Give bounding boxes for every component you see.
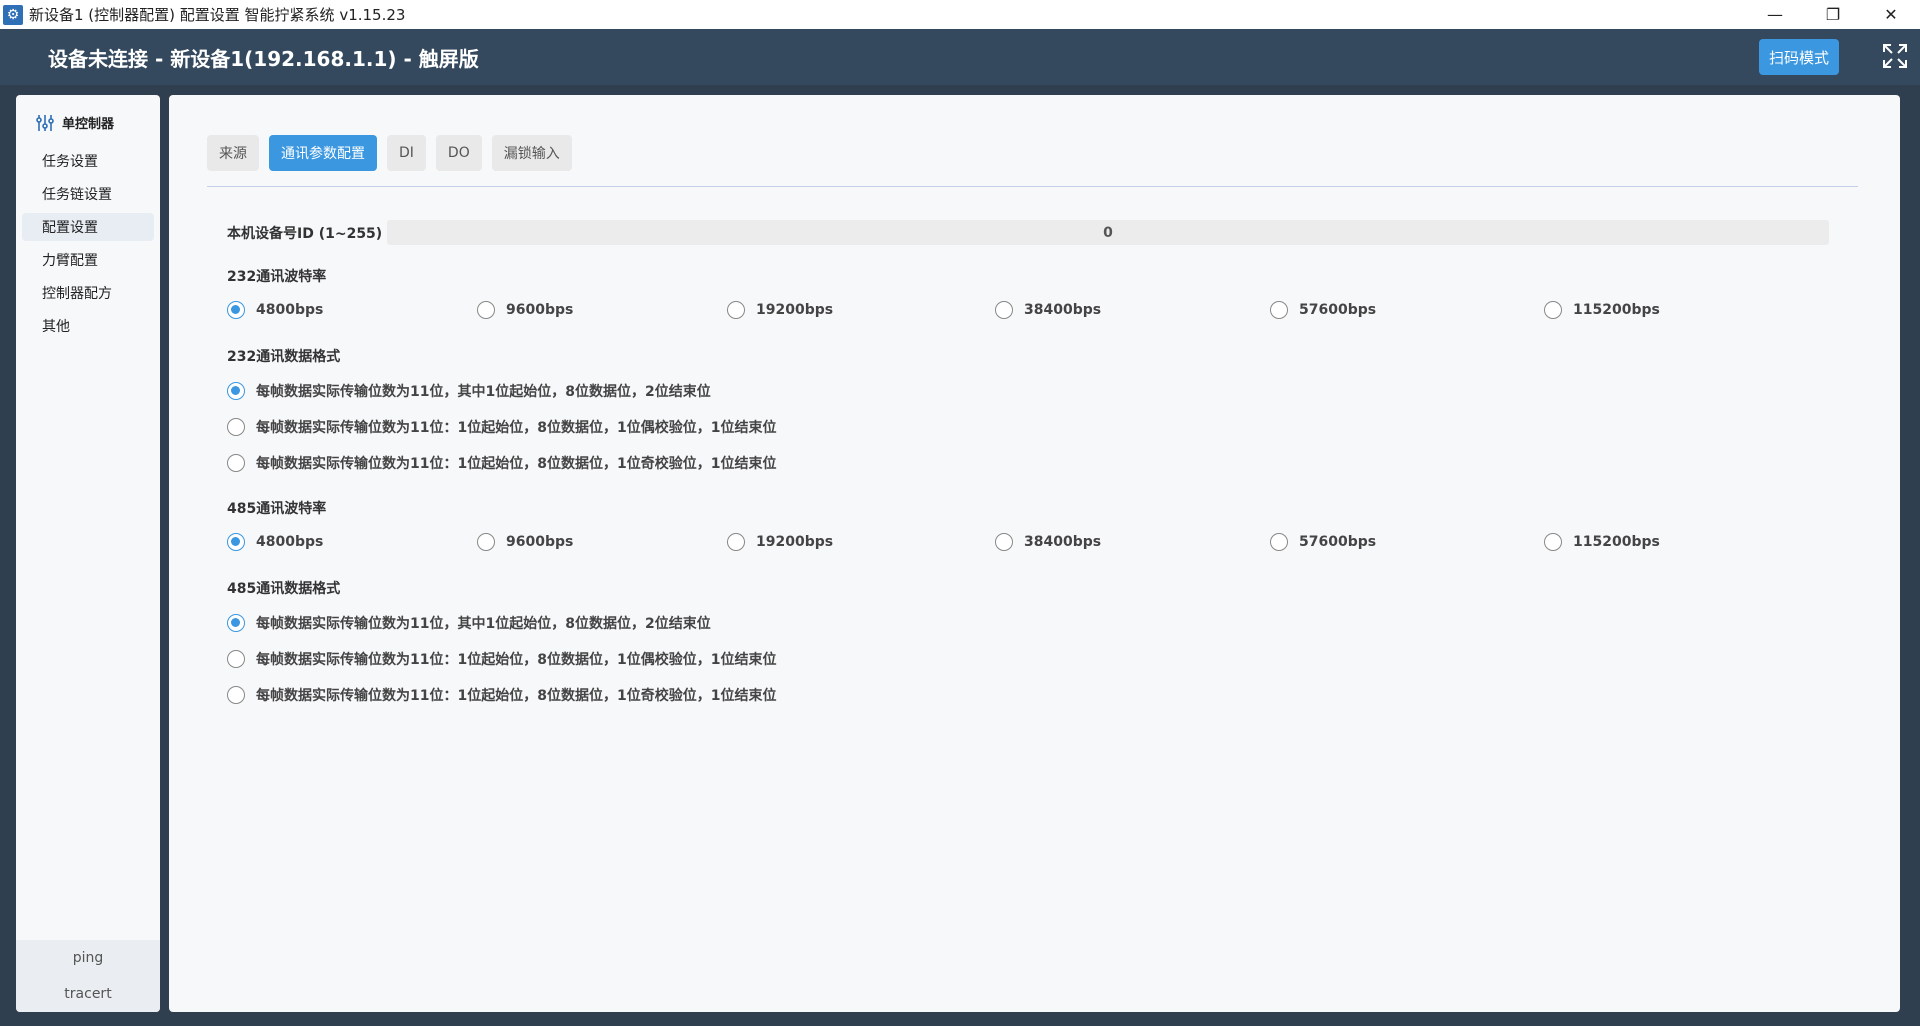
radio-label: 4800bps (256, 302, 324, 318)
baud485-option[interactable]: 38400bps (995, 533, 1101, 551)
tab-do[interactable]: DO (435, 135, 482, 171)
radio-label: 19200bps (756, 302, 834, 318)
radio-label: 每帧数据实际传输位数为11位：1位起始位，8位数据位，1位奇校验位，1位结束位 (256, 688, 777, 704)
tracert-button[interactable]: tracert (16, 976, 160, 1012)
window-titlebar: ⚙ 新设备1 (控制器配置) 配置设置 智能拧紧系统 v1.15.23 — ❐ … (0, 0, 1920, 29)
radio-label: 57600bps (1299, 534, 1377, 550)
sidebar-item-controller-recipe[interactable]: 控制器配方 (22, 279, 154, 307)
fullscreen-icon[interactable] (1882, 43, 1908, 69)
radio-label: 57600bps (1299, 302, 1377, 318)
tab-source[interactable]: 来源 (207, 135, 259, 171)
baud232-option[interactable]: 57600bps (1270, 301, 1376, 319)
tab-missing-lock-input[interactable]: 漏锁输入 (491, 135, 572, 171)
radio-icon (995, 301, 1013, 319)
window-controls: — ❐ ✕ (1746, 0, 1920, 29)
format485-option[interactable]: 每帧数据实际传输位数为11位：1位起始位，8位数据位，1位奇校验位，1位结束位 (227, 685, 776, 705)
connection-title: 设备未连接 - 新设备1(192.168.1.1) - 触屏版 (48, 47, 479, 71)
radio-icon (1270, 533, 1288, 551)
format232-option[interactable]: 每帧数据实际传输位数为11位：1位起始位，8位数据位，1位奇校验位，1位结束位 (227, 453, 776, 473)
sidebar-item-task-chain-settings[interactable]: 任务链设置 (22, 180, 154, 208)
ping-button[interactable]: ping (16, 940, 160, 976)
scan-mode-button[interactable]: 扫码模式 (1759, 39, 1839, 75)
format232-option[interactable]: 每帧数据实际传输位数为11位，其中1位起始位，8位数据位，2位结束位 (227, 381, 711, 401)
radio-label: 每帧数据实际传输位数为11位：1位起始位，8位数据位，1位奇校验位，1位结束位 (256, 456, 777, 472)
radio-label: 每帧数据实际传输位数为11位，其中1位起始位，8位数据位，2位结束位 (256, 616, 711, 632)
baud485-option[interactable]: 19200bps (727, 533, 833, 551)
baud232-option[interactable]: 19200bps (727, 301, 833, 319)
baud485-label: 485通讯波特率 (227, 501, 327, 517)
sidebar: 单控制器 任务设置 任务链设置 配置设置 力臂配置 控制器配方 其他 ping … (16, 95, 160, 1012)
radio-icon (727, 533, 745, 551)
sidebar-item-task-settings[interactable]: 任务设置 (22, 147, 154, 175)
baud232-label: 232通讯波特率 (227, 269, 327, 285)
format485-option[interactable]: 每帧数据实际传输位数为11位：1位起始位，8位数据位，1位偶校验位，1位结束位 (227, 649, 776, 669)
radio-label: 38400bps (1024, 302, 1102, 318)
main-panel: 来源 通讯参数配置 DI DO 漏锁输入 本机设备号ID (1~255) 0 2… (169, 95, 1900, 1012)
tab-bar: 来源 通讯参数配置 DI DO 漏锁输入 (207, 135, 572, 171)
radio-icon (227, 533, 245, 551)
radio-label: 9600bps (506, 534, 574, 550)
app-icon: ⚙ (3, 4, 23, 25)
baud485-option[interactable]: 4800bps (227, 533, 323, 551)
radio-icon (1544, 533, 1562, 551)
radio-label: 每帧数据实际传输位数为11位，其中1位起始位，8位数据位，2位结束位 (256, 384, 711, 400)
baud232-option[interactable]: 38400bps (995, 301, 1101, 319)
radio-label: 115200bps (1573, 534, 1660, 550)
format485-option[interactable]: 每帧数据实际传输位数为11位，其中1位起始位，8位数据位，2位结束位 (227, 613, 711, 633)
radio-label: 每帧数据实际传输位数为11位：1位起始位，8位数据位，1位偶校验位，1位结束位 (256, 652, 777, 668)
radio-icon (1544, 301, 1562, 319)
window-title: 新设备1 (控制器配置) 配置设置 智能拧紧系统 v1.15.23 (29, 6, 406, 24)
baud485-option[interactable]: 9600bps (477, 533, 573, 551)
app-header: 设备未连接 - 新设备1(192.168.1.1) - 触屏版 扫码模式 (0, 29, 1920, 85)
device-id-label: 本机设备号ID (1~255) (227, 225, 383, 242)
radio-icon (227, 301, 245, 319)
sidebar-footer: ping tracert (16, 940, 160, 1012)
close-button[interactable]: ✕ (1862, 0, 1920, 29)
format485-label: 485通讯数据格式 (227, 581, 341, 597)
radio-icon (227, 650, 245, 668)
device-id-input[interactable]: 0 (387, 220, 1829, 245)
baud485-option[interactable]: 115200bps (1544, 533, 1660, 551)
format232-label: 232通讯数据格式 (227, 349, 341, 365)
radio-label: 19200bps (756, 534, 834, 550)
radio-label: 4800bps (256, 534, 324, 550)
sidebar-heading-label: 单控制器 (62, 117, 115, 132)
minimize-button[interactable]: — (1746, 0, 1804, 29)
sidebar-item-config-settings[interactable]: 配置设置 (22, 213, 154, 241)
baud232-option[interactable]: 115200bps (1544, 301, 1660, 319)
baud232-option[interactable]: 4800bps (227, 301, 323, 319)
radio-label: 38400bps (1024, 534, 1102, 550)
baud232-option[interactable]: 9600bps (477, 301, 573, 319)
radio-icon (477, 301, 495, 319)
sidebar-item-other[interactable]: 其他 (22, 312, 154, 340)
radio-icon (727, 301, 745, 319)
radio-icon (227, 418, 245, 436)
radio-icon (227, 614, 245, 632)
tab-divider (207, 186, 1858, 187)
tab-di[interactable]: DI (387, 135, 426, 171)
radio-icon (227, 382, 245, 400)
sidebar-heading: 单控制器 (36, 113, 114, 132)
restore-button[interactable]: ❐ (1804, 0, 1862, 29)
format232-option[interactable]: 每帧数据实际传输位数为11位：1位起始位，8位数据位，1位偶校验位，1位结束位 (227, 417, 776, 437)
tab-comm-params[interactable]: 通讯参数配置 (269, 135, 377, 171)
radio-label: 每帧数据实际传输位数为11位：1位起始位，8位数据位，1位偶校验位，1位结束位 (256, 420, 777, 436)
radio-icon (227, 454, 245, 472)
sidebar-item-arm-config[interactable]: 力臂配置 (22, 246, 154, 274)
device-id-row: 本机设备号ID (1~255) 0 (227, 220, 1829, 245)
sliders-icon (36, 114, 54, 131)
radio-label: 9600bps (506, 302, 574, 318)
radio-label: 115200bps (1573, 302, 1660, 318)
radio-icon (1270, 301, 1288, 319)
radio-icon (477, 533, 495, 551)
radio-icon (227, 686, 245, 704)
baud485-option[interactable]: 57600bps (1270, 533, 1376, 551)
radio-icon (995, 533, 1013, 551)
